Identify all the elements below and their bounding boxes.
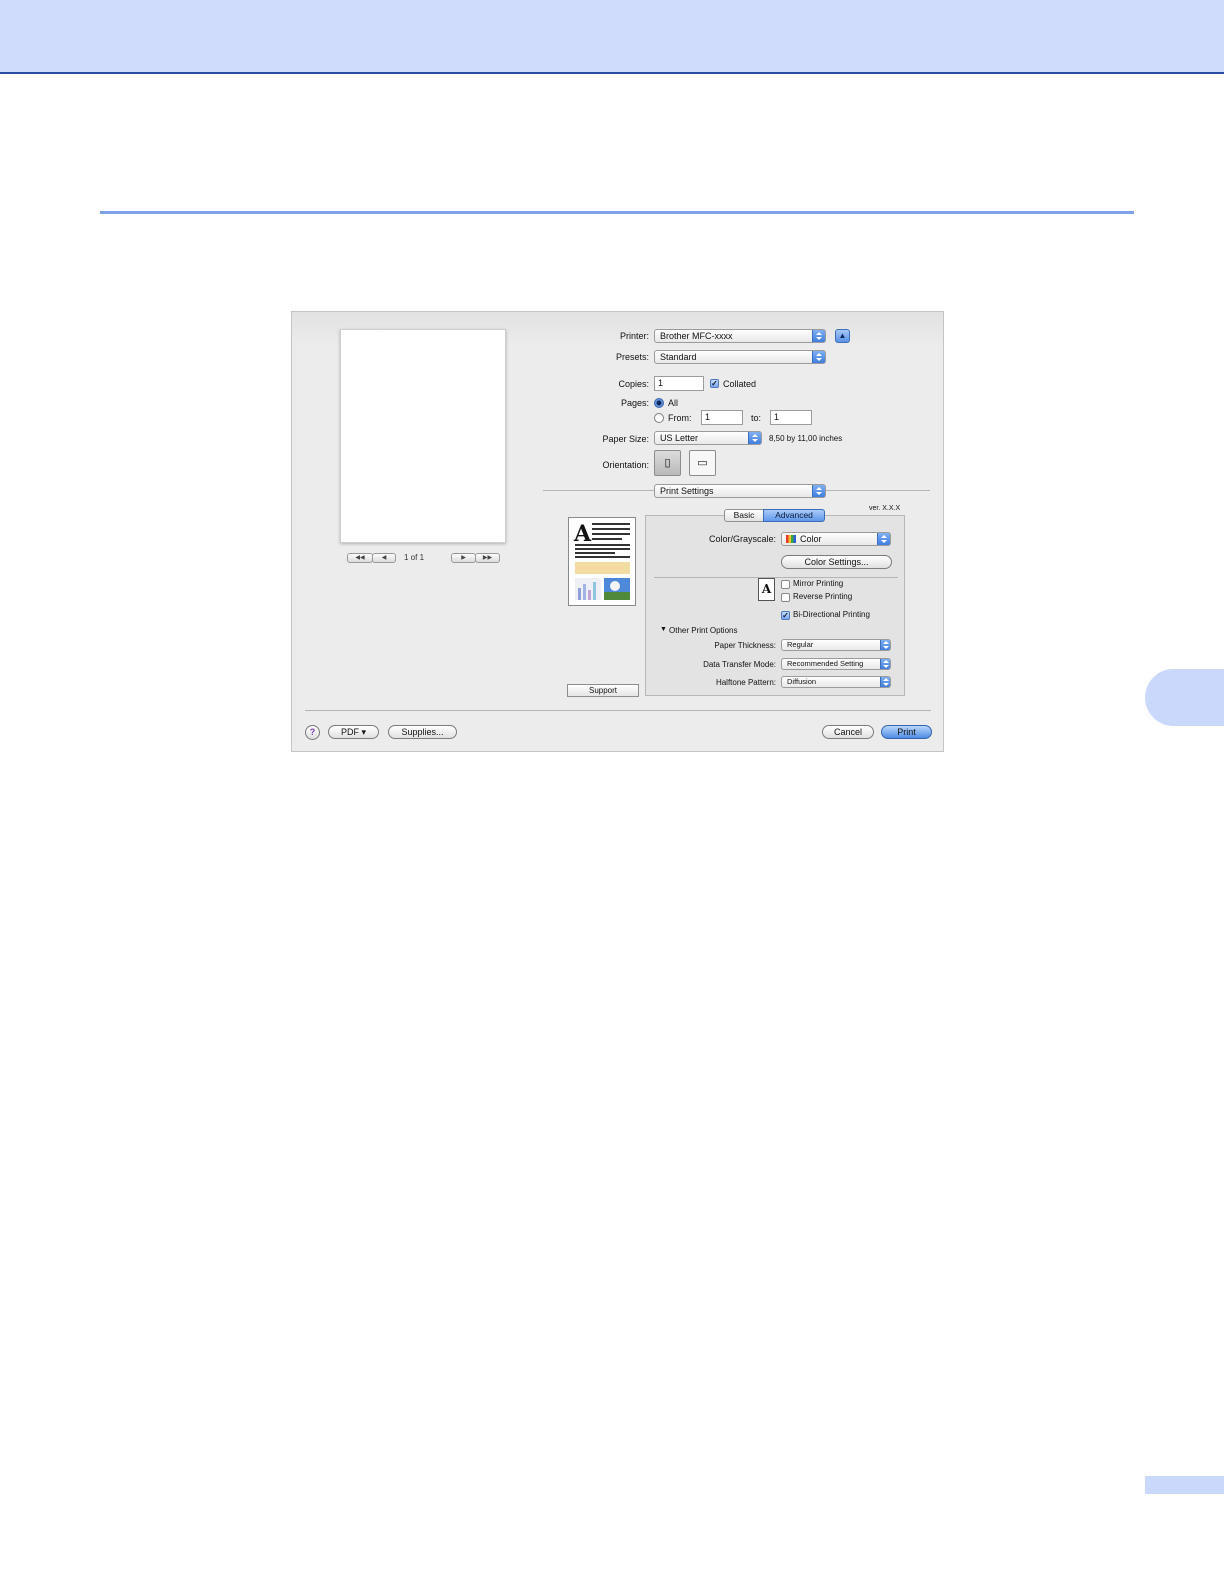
mirror-printing-label: Mirror Printing bbox=[793, 579, 844, 588]
reverse-printing-label: Reverse Printing bbox=[793, 592, 853, 601]
popup-arrows-icon bbox=[880, 659, 890, 669]
pages-all-label: All bbox=[668, 398, 679, 408]
footer-separator bbox=[305, 710, 931, 711]
paper-size-value: US Letter bbox=[660, 433, 699, 443]
copies-label: Copies: bbox=[618, 379, 649, 389]
other-print-options-label[interactable]: Other Print Options bbox=[669, 626, 737, 635]
bidirectional-printing-label: Bi-Directional Printing bbox=[793, 610, 870, 619]
svg-text:A: A bbox=[573, 521, 592, 547]
supplies-button[interactable]: Supplies... bbox=[388, 725, 457, 739]
collated-checkbox[interactable]: ✓ bbox=[710, 379, 719, 388]
pdf-button[interactable]: PDF ▾ bbox=[328, 725, 379, 739]
presets-select[interactable]: Standard bbox=[654, 350, 826, 364]
last-page-button[interactable]: ▶▶ bbox=[475, 553, 500, 563]
paper-dimensions: 8,50 by 11,00 inches bbox=[769, 434, 843, 443]
page-number-tab bbox=[1145, 1476, 1224, 1494]
presets-value: Standard bbox=[660, 352, 697, 362]
print-button[interactable]: Print bbox=[881, 725, 932, 739]
data-transfer-mode-select[interactable]: Recommended Setting bbox=[781, 658, 891, 670]
help-button[interactable]: ? bbox=[305, 725, 320, 740]
orientation-landscape-button[interactable]: ▭ bbox=[689, 450, 716, 476]
halftone-pattern-value: Diffusion bbox=[787, 677, 817, 686]
halftone-pattern-label: Halftone Pattern: bbox=[715, 678, 776, 687]
paper-size-select[interactable]: US Letter bbox=[654, 431, 762, 445]
mirror-printing-checkbox[interactable] bbox=[781, 580, 790, 589]
first-page-button[interactable]: ◀◀ bbox=[347, 553, 373, 563]
version-label: ver. X.X.X bbox=[869, 505, 901, 512]
paper-thickness-select[interactable]: Regular bbox=[781, 639, 891, 651]
prev-page-button[interactable]: ◀ bbox=[372, 553, 396, 563]
support-button[interactable]: Support bbox=[567, 684, 639, 697]
popup-arrows-icon bbox=[812, 351, 825, 363]
header-band bbox=[0, 0, 1224, 74]
pages-from-input[interactable]: 1 bbox=[701, 410, 743, 425]
landscape-icon: ▭ bbox=[697, 457, 708, 469]
paper-thickness-label: Paper Thickness: bbox=[714, 641, 776, 650]
halftone-pattern-select[interactable]: Diffusion bbox=[781, 676, 891, 688]
printer-label: Printer: bbox=[619, 331, 649, 341]
pages-from-radio[interactable] bbox=[654, 413, 664, 423]
mirror-preview-icon: A bbox=[758, 578, 775, 601]
color-swatch-icon bbox=[786, 535, 796, 543]
pages-to-label: to: bbox=[751, 413, 762, 423]
cancel-button[interactable]: Cancel bbox=[822, 725, 874, 739]
collapse-disclosure-button[interactable]: ▲ bbox=[835, 329, 850, 343]
print-sample-thumbnail: A bbox=[568, 517, 636, 606]
disclosure-triangle-icon[interactable]: ▼ bbox=[660, 626, 667, 633]
section-value: Print Settings bbox=[660, 486, 714, 496]
tab-advanced[interactable]: Advanced bbox=[763, 509, 825, 522]
chapter-tab bbox=[1145, 669, 1224, 726]
data-transfer-mode-value: Recommended Setting bbox=[787, 659, 864, 668]
panel-separator bbox=[654, 577, 898, 578]
next-page-button[interactable]: ▶ bbox=[451, 553, 476, 563]
popup-arrows-icon bbox=[812, 485, 825, 497]
popup-arrows-icon bbox=[880, 640, 890, 650]
pages-all-radio[interactable] bbox=[654, 398, 664, 408]
color-grayscale-value: Color bbox=[800, 534, 822, 544]
bidirectional-printing-checkbox[interactable]: ✓ bbox=[781, 611, 790, 620]
presets-label: Presets: bbox=[615, 352, 649, 362]
orientation-label: Orientation: bbox=[602, 460, 649, 470]
pages-label: Pages: bbox=[620, 398, 649, 408]
color-grayscale-select[interactable]: Color bbox=[781, 532, 891, 546]
tab-basic[interactable]: Basic bbox=[724, 509, 764, 522]
printer-select[interactable]: Brother MFC-xxxx bbox=[654, 329, 826, 343]
section-rule bbox=[100, 211, 1134, 214]
pages-from-label: From: bbox=[668, 413, 692, 423]
sample-document-icon: A bbox=[573, 521, 630, 600]
popup-arrows-icon bbox=[880, 677, 890, 687]
pages-to-input[interactable]: 1 bbox=[770, 410, 812, 425]
popup-arrows-icon bbox=[812, 330, 825, 342]
section-select[interactable]: Print Settings bbox=[654, 484, 826, 498]
printer-value: Brother MFC-xxxx bbox=[660, 331, 733, 341]
portrait-icon: ▯ bbox=[664, 457, 671, 469]
page-count: 1 of 1 bbox=[404, 553, 425, 562]
page-preview bbox=[340, 329, 506, 543]
popup-arrows-icon bbox=[877, 533, 890, 545]
popup-arrows-icon bbox=[748, 432, 761, 444]
orientation-portrait-button[interactable]: ▯ bbox=[654, 450, 681, 476]
collated-label: Collated bbox=[723, 379, 757, 389]
copies-input[interactable]: 1 bbox=[654, 376, 704, 391]
color-settings-button[interactable]: Color Settings... bbox=[781, 555, 892, 569]
data-transfer-mode-label: Data Transfer Mode: bbox=[703, 660, 776, 669]
reverse-printing-checkbox[interactable] bbox=[781, 593, 790, 602]
color-grayscale-label: Color/Grayscale: bbox=[708, 534, 776, 544]
paper-size-label: Paper Size: bbox=[602, 434, 649, 444]
paper-thickness-value: Regular bbox=[787, 640, 814, 649]
print-dialog: ◀◀ ◀ 1 of 1 ▶ ▶▶ Printer: Brother MFC-xx… bbox=[291, 311, 944, 752]
